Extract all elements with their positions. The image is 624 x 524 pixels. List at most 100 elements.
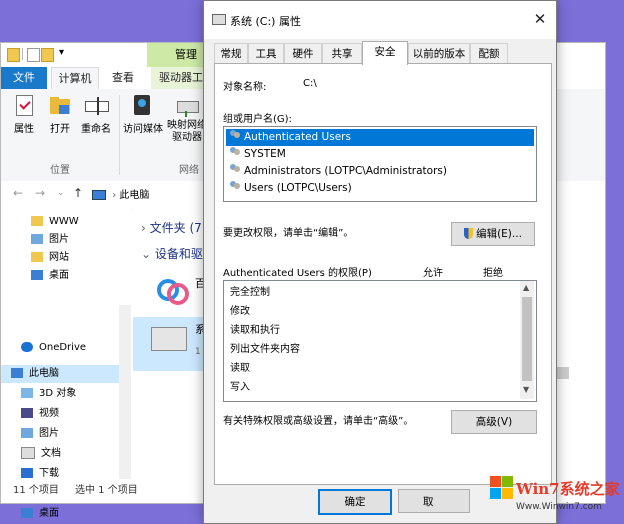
group-header-label: 文件夹 (7 — [149, 221, 202, 235]
tab-previous-versions[interactable]: 以前的版本 — [408, 43, 470, 64]
nav-scrollbar[interactable] — [119, 305, 131, 479]
list-item[interactable]: Authenticated Users — [226, 129, 534, 146]
permission-row: 列出文件夹内容 — [230, 344, 300, 355]
nav-item-label: OneDrive — [39, 342, 87, 353]
desktop-icon — [31, 270, 43, 280]
users-icon — [230, 164, 241, 175]
this-pc-icon — [92, 190, 106, 200]
nav-item-website[interactable]: 网站 — [31, 249, 141, 267]
ok-button[interactable]: 确定 — [318, 489, 392, 515]
nav-item-label: 桌面 — [49, 270, 69, 281]
nav-item-3d-objects[interactable]: 3D 对象 — [21, 385, 131, 403]
back-arrow-icon[interactable]: ← — [13, 186, 23, 200]
chevron-down-icon[interactable]: ▼ — [523, 385, 529, 394]
deny-column-header: 拒绝 — [483, 268, 503, 279]
edit-button-label: 编辑(E)... — [476, 228, 522, 240]
close-icon[interactable]: ✕ — [530, 9, 550, 29]
nav-item-label: WWW — [49, 216, 79, 227]
status-selected-count: 选中 1 个项目 — [75, 485, 138, 496]
rename-button[interactable]: 重命名 — [77, 93, 115, 135]
pictures-icon — [31, 234, 43, 244]
object-name-label: 对象名称: — [223, 82, 267, 93]
open-button[interactable]: 打开 — [41, 93, 79, 135]
breadcrumb: 此电脑 — [119, 190, 150, 201]
baidu-drive-icon[interactable] — [153, 273, 189, 307]
nav-item-desktop-2[interactable]: 桌面 — [21, 505, 131, 523]
nav-item-pictures-2[interactable]: 图片 — [21, 425, 131, 443]
folder-icon — [31, 216, 43, 226]
drive-icon — [151, 327, 187, 351]
advanced-button[interactable]: 高级(V) — [451, 410, 537, 434]
edit-button[interactable]: 编辑(E)... — [451, 222, 535, 246]
folder-icon — [31, 252, 43, 262]
status-items-count: 11 个项目 — [13, 485, 59, 496]
chevron-up-icon[interactable]: ▲ — [523, 283, 529, 292]
nav-item-videos[interactable]: 视频 — [21, 405, 131, 423]
up-arrow-icon[interactable]: ↑ — [73, 186, 83, 200]
quick-access-dropdown-icon[interactable]: ▾ — [59, 47, 64, 58]
properties-dialog: 系统 (C:) 属性 ✕ 常规 工具 硬件 共享 安全 以前的版本 配额 对象名… — [203, 0, 557, 524]
permissions-for-label: Authenticated Users 的权限(P) — [223, 268, 372, 279]
nav-item-this-pc[interactable]: 此电脑 — [1, 365, 127, 383]
scrollbar-thumb[interactable] — [522, 297, 532, 381]
folder-icon[interactable] — [7, 48, 20, 62]
properties-icon — [11, 93, 37, 117]
windows-logo-icon — [490, 476, 514, 500]
chevron-down-icon[interactable]: ⌄ — [57, 188, 65, 198]
group-header-folders[interactable]: › 文件夹 (7 — [141, 219, 202, 236]
tab-sharing[interactable]: 共享 — [322, 43, 362, 64]
user-name: Administrators (LOTPC\Administrators) — [244, 165, 447, 177]
onedrive-icon — [21, 342, 33, 352]
forward-arrow-icon[interactable]: → — [35, 186, 45, 200]
tab-tools[interactable]: 工具 — [248, 43, 284, 64]
new-folder-quick-icon[interactable] — [41, 48, 54, 62]
nav-item-desktop[interactable]: 桌面 — [31, 267, 141, 285]
open-label: 打开 — [50, 124, 70, 135]
permission-row: 修改 — [230, 306, 250, 317]
tab-drive-tools[interactable]: 驱动器工 — [151, 67, 211, 89]
tab-computer[interactable]: 计算机 — [51, 67, 99, 90]
tab-quota[interactable]: 配额 — [470, 43, 508, 64]
list-item[interactable]: Administrators (LOTPC\Administrators) — [226, 163, 534, 180]
nav-item-label: 3D 对象 — [39, 388, 77, 399]
media-access-icon — [130, 93, 156, 117]
nav-item-documents[interactable]: 文档 — [21, 445, 131, 463]
tab-security[interactable]: 安全 — [362, 41, 408, 65]
nav-item-label: 桌面 — [39, 508, 59, 519]
tab-view[interactable]: 查看 — [103, 67, 143, 89]
properties-button[interactable]: 属性 — [5, 93, 43, 135]
list-item[interactable]: Users (LOTPC\Users) — [226, 180, 534, 197]
list-item[interactable]: SYSTEM — [226, 146, 534, 163]
nav-item-pictures[interactable]: 图片 — [31, 231, 141, 249]
properties-quick-icon[interactable] — [27, 48, 40, 62]
divider — [22, 48, 23, 60]
nav-item-label: 下载 — [39, 468, 59, 479]
chevron-right-icon: › — [141, 221, 146, 235]
media-access-button[interactable]: 访问媒体 — [121, 93, 165, 135]
tab-hardware[interactable]: 硬件 — [284, 43, 322, 64]
allow-column-header: 允许 — [423, 268, 443, 279]
object-name-value: C:\ — [303, 78, 317, 89]
dialog-titlebar: 系统 (C:) 属性 ✕ — [204, 1, 556, 39]
device-sublabel: 1 — [195, 347, 201, 357]
group-users-label: 组或用户名(G): — [223, 114, 292, 125]
nav-item-label: 网站 — [49, 252, 69, 263]
cancel-button[interactable]: 取 — [398, 489, 470, 513]
dialog-title: 系统 (C:) 属性 — [230, 15, 301, 28]
nav-item-onedrive[interactable]: OneDrive — [21, 339, 131, 357]
permissions-scrollbar[interactable]: ▲ ▼ — [520, 281, 534, 399]
address-input[interactable]: › 此电脑 — [91, 185, 213, 207]
group-header-devices[interactable]: ⌄ 设备和驱 — [141, 245, 203, 262]
user-name: Users (LOTPC\Users) — [244, 182, 352, 194]
nav-item-www[interactable]: WWW — [31, 213, 141, 231]
group-header-label: 设备和驱 — [154, 247, 203, 261]
permissions-list: 完全控制 修改 读取和执行 列出文件夹内容 读取 写入 ▲ ▼ — [223, 280, 537, 402]
videos-icon — [21, 408, 33, 418]
3d-objects-icon — [21, 388, 33, 398]
tab-general[interactable]: 常规 — [214, 43, 248, 64]
permission-row: 写入 — [230, 382, 250, 393]
change-permissions-hint: 要更改权限，请单击“编辑”。 — [223, 228, 354, 239]
users-listbox[interactable]: Authenticated Users SYSTEM Administrator… — [223, 126, 537, 202]
tab-file[interactable]: 文件 — [1, 67, 47, 89]
downloads-icon — [21, 468, 33, 478]
